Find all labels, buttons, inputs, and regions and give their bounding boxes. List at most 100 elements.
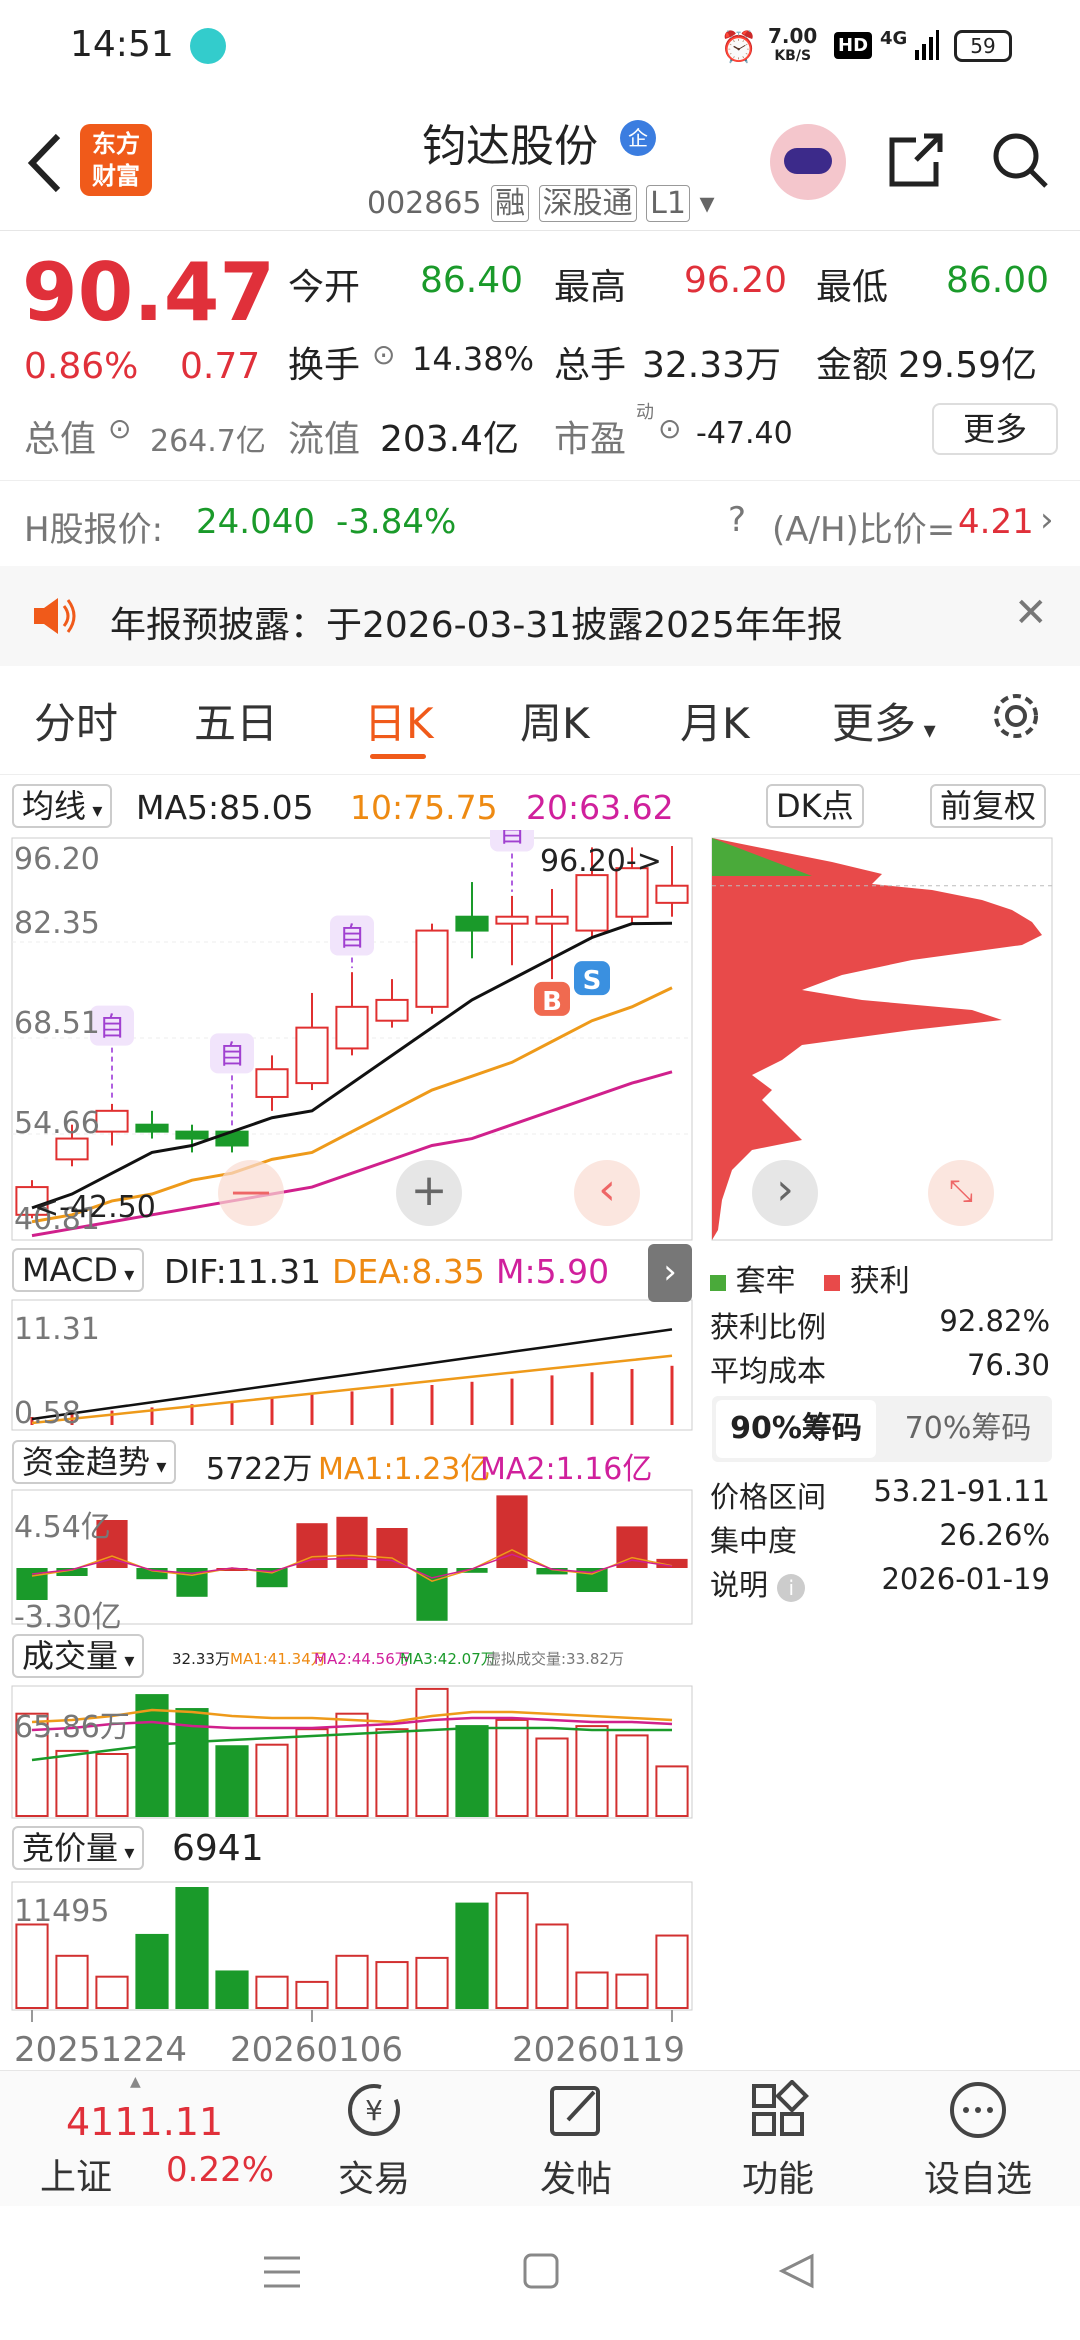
mcap-label: 总值 [24,419,97,460]
hshare-pct: -3.84% [336,502,457,542]
battery-icon: 59 [954,30,1012,62]
dk-point-button[interactable]: DK点 [766,784,864,828]
self-marker-label: 自 [499,830,525,849]
tab-intraday[interactable]: 分时 [34,690,118,751]
auction-bar [175,1887,209,2009]
candle-body [415,929,449,1008]
min-price-label: <-42.50 [34,1190,156,1225]
macd-top: 11.31 [14,1312,100,1347]
auction-bar [495,1892,529,2010]
zoom-in-button[interactable]: + [396,1160,462,1226]
tab-weekly-k[interactable]: 周K [520,690,590,751]
macd-selector[interactable]: MACD ▾ [12,1248,145,1292]
tab-five-day[interactable]: 五日 [194,690,278,751]
close-icon[interactable]: ✕ [1014,590,1048,636]
svg-text:¥: ¥ [365,2094,383,2127]
candle-body [495,915,529,925]
volume-bar [335,1712,369,1818]
turnover-label: 换手 [288,345,361,386]
info-icon[interactable]: ⊙ [108,412,131,445]
ma-selector[interactable]: 均线 ▾ [12,784,113,828]
price-tick: 68.51 [14,1006,100,1041]
zoom-out-button[interactable]: — [218,1160,284,1226]
volume-ma3: MA3:42.07万 [400,1650,496,1668]
back-icon[interactable] [22,130,66,200]
help-icon[interactable]: ? [728,500,746,540]
auction-selector[interactable]: 竞价量 ▾ [12,1826,145,1870]
volume-bar [135,1694,169,1817]
eastmoney-logo[interactable]: 东方 财富 [80,124,152,196]
volume-bar [255,1743,289,1818]
tab-monthly-k[interactable]: 月K [680,690,750,751]
date-label: 20260119 [512,2030,686,2070]
fund-selector[interactable]: 资金趋势 ▾ [12,1440,177,1484]
tab-chips-70[interactable]: 70%筹码 [888,1400,1048,1458]
gear-icon[interactable] [990,690,1042,746]
volume-bar [575,1725,609,1817]
float-value: 203.4亿 [380,419,520,460]
macd-dea: DEA:8.35 [332,1252,485,1291]
tab-chips-90[interactable]: 90%筹码 [716,1400,876,1458]
auction-value: 6941 [172,1828,264,1869]
more-button[interactable]: 更多 [932,403,1058,455]
current-price: 90.47 [22,246,276,339]
volume-bar [215,1745,249,1817]
adjust-button[interactable]: 前复权 [930,784,1047,828]
self-marker-label: 自 [219,1040,245,1070]
tab-indicator [370,754,426,759]
enterprise-badge: 企 [620,120,656,156]
info-icon[interactable]: ⊙ [658,412,681,445]
notice-bar[interactable]: 年报预披露：于2026-03-31披露2025年年报 ✕ [0,566,1080,666]
index-pct[interactable]: 0.22% [166,2150,274,2190]
nav-add-favorite[interactable]: 设自选 [878,2080,1078,2202]
menu-icon[interactable] [262,2254,302,2294]
scroll-right-button[interactable]: › [752,1160,818,1226]
chevron-right-icon[interactable]: › [1040,500,1054,540]
ah-value[interactable]: 4.21 [958,502,1034,542]
trade-icon: ¥ [348,2084,400,2136]
volume-virtual: 虚拟成交量:33.82万 [486,1650,624,1668]
alarm-icon: ⏰ [720,30,758,65]
fund-bar [496,1495,528,1568]
share-icon[interactable] [886,130,946,194]
search-icon[interactable] [990,130,1050,194]
status-bar: 14:51 ⏰ 7.00 KB/S HD 4G 59 [0,0,1080,96]
home-icon[interactable] [522,2252,560,2294]
open-label: 今开 [288,267,361,308]
candle-body [255,1068,289,1098]
index-name[interactable]: 上证 [40,2148,112,2200]
expand-panel-button[interactable]: › [648,1244,692,1302]
fund-bar [376,1528,408,1568]
auction-bar [455,1902,489,2010]
candle-body [215,1130,249,1147]
volume-bar [495,1718,529,1818]
info-icon[interactable]: ⊙ [372,338,395,371]
candle-body [455,915,489,932]
more-dots-icon [950,2082,1006,2138]
hshare-label: H股报价: [24,510,164,550]
fullscreen-icon[interactable]: ⤡ [928,1160,994,1226]
candle-body [655,884,689,904]
fund-top: 4.54亿 [14,1510,111,1545]
back-nav-icon[interactable] [778,2252,816,2294]
volume-bar [615,1734,649,1818]
tab-daily-k[interactable]: 日K [364,690,434,751]
pe-value: -47.40 [696,416,793,451]
candle-body [95,1109,129,1133]
tab-more[interactable]: 更多 ▾ [832,690,936,751]
nav-function[interactable]: 功能 [678,2079,878,2202]
auction-bar [575,1971,609,2010]
index-value[interactable]: 4111.11 [66,2100,223,2144]
candle-body [375,998,409,1022]
fund-bar [336,1516,368,1568]
volume-bar [295,1728,329,1818]
macd-bottom: 0.58 [14,1396,81,1431]
nav-trade[interactable]: ¥ 交易 [274,2080,474,2202]
fund-ma2: MA2:1.16亿 [480,1452,653,1487]
nav-post[interactable]: 发帖 [476,2080,676,2202]
volume-selector[interactable]: 成交量 ▾ [12,1634,145,1678]
ai-assistant-icon[interactable] [770,124,846,200]
auction-bar [335,1954,369,2009]
scroll-left-button[interactable]: ‹ [574,1160,640,1226]
stock-header: 东方 财富 钧达股份 企 002865 融 深股通 L1 ▾ [0,96,1080,231]
